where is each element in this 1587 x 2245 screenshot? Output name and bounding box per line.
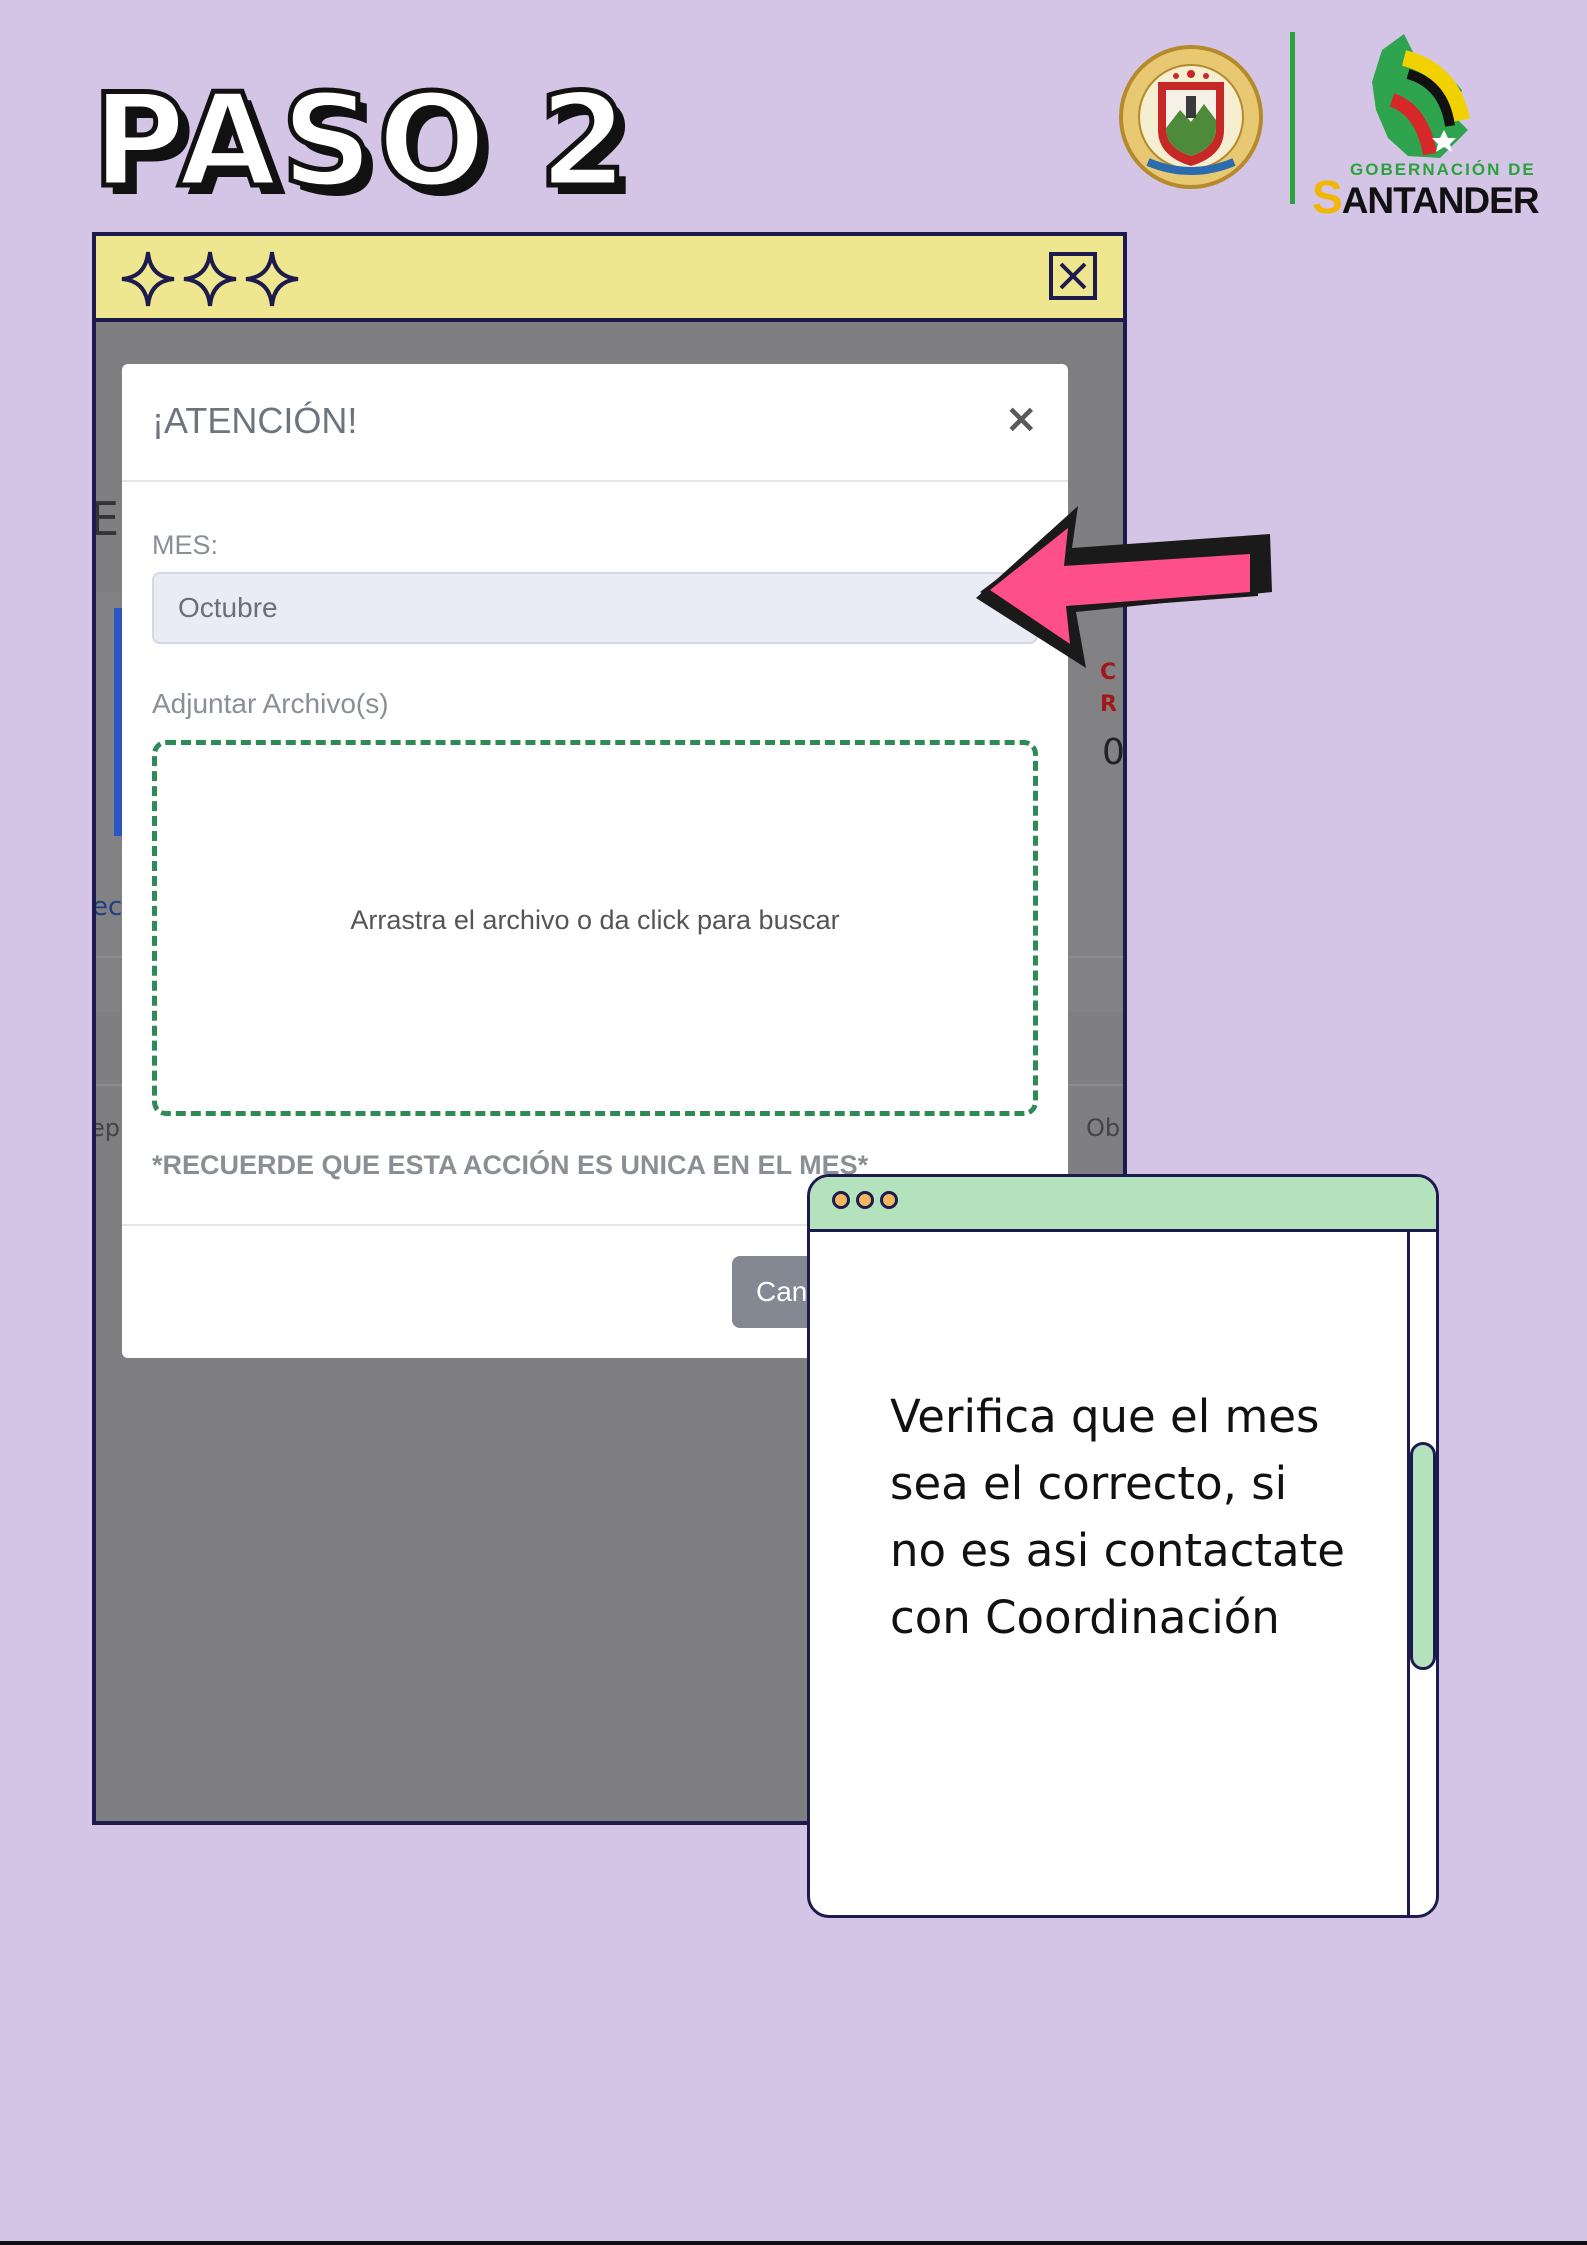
page-title: PASO 2 [90, 67, 632, 216]
close-icon [1059, 262, 1087, 290]
santander-wordmark: SANTANDER [1312, 171, 1540, 223]
modal-header-divider [122, 480, 1068, 482]
background-card-edge [114, 608, 122, 836]
background-column-fragment: ep [92, 1114, 120, 1142]
background-label-fragment: R [1100, 692, 1117, 717]
note-message: Verifica que el mes sea el correcto, si … [890, 1390, 1345, 1644]
background-heading-fragment: E [92, 492, 120, 546]
note-title-bar [810, 1177, 1436, 1232]
sparkle-icon [121, 251, 175, 307]
window-dot-icon [832, 1191, 850, 1209]
file-dropzone[interactable]: Arrastra el archivo o da click para busc… [152, 740, 1038, 1116]
note-window: Verifica que el mes sea el correcto, si … [807, 1174, 1439, 1918]
window-title-bar [96, 236, 1123, 322]
note-scrollbar-thumb[interactable] [1410, 1442, 1436, 1670]
sparkle-icon [245, 251, 299, 307]
monthly-reminder: *RECUERDE QUE ESTA ACCIÓN ES UNICA EN EL… [152, 1150, 869, 1180]
window-dot-icon [880, 1191, 898, 1209]
window-close-button[interactable] [1049, 252, 1097, 300]
modal-close-button[interactable]: × [1004, 396, 1038, 442]
attach-files-label: Adjuntar Archivo(s) [152, 688, 389, 719]
month-label: MES: [152, 530, 219, 560]
arrow-left-icon [976, 506, 1272, 668]
modal-title: ¡ATENCIÓN! [152, 400, 358, 441]
logo-divider [1290, 32, 1295, 204]
bottom-border [0, 2241, 1587, 2245]
window-dot-icon [856, 1191, 874, 1209]
background-link-fragment: ec [92, 892, 123, 922]
background-value-fragment: 0 [1102, 732, 1125, 773]
dropzone-instructions: Arrastra el archivo o da click para busc… [350, 905, 840, 935]
sparkle-icon [183, 251, 237, 307]
month-value: Octubre [178, 592, 278, 623]
sparkle-icons [121, 251, 299, 307]
note-scrollbar[interactable] [1407, 1232, 1436, 1915]
background-column-fragment: Ob [1086, 1114, 1121, 1142]
department-seal-logo [1119, 45, 1263, 189]
month-field[interactable]: Octubre [152, 572, 1038, 644]
